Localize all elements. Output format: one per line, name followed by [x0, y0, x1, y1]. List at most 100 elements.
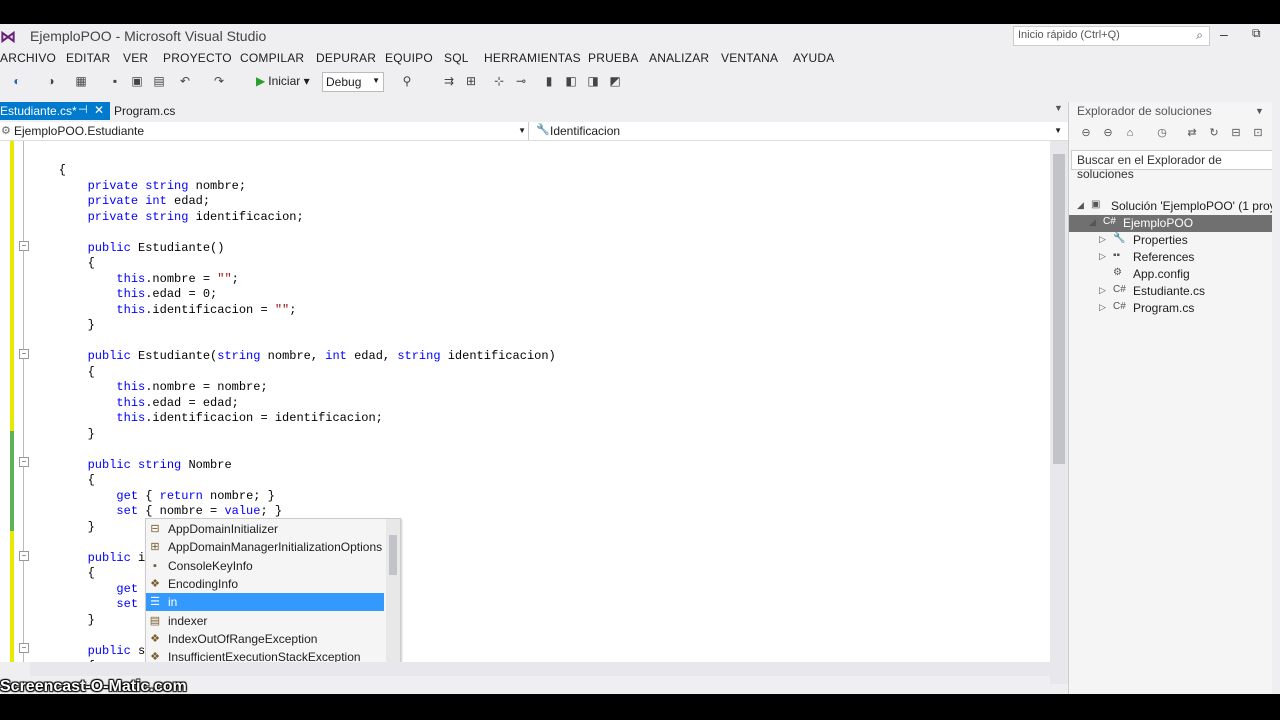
collapsed-arrow-icon[interactable]: ▷: [1099, 251, 1106, 262]
code-editor[interactable]: − − − − − { private string nombre; priva…: [0, 141, 1050, 662]
menu-prueba[interactable]: PRUEBA: [588, 51, 639, 65]
collapse-icon[interactable]: −: [19, 643, 29, 653]
tab-estudiante-cs[interactable]: Estudiante.cs* ⊣ ✕: [0, 102, 110, 120]
close-icon[interactable]: ✕: [94, 103, 104, 117]
completion-scrollbar-thumb[interactable]: [389, 535, 397, 575]
collapsed-arrow-icon[interactable]: ▷: [1099, 302, 1106, 313]
minimize-button[interactable]: –: [1220, 26, 1228, 42]
intellisense-completion-list[interactable]: ⊟ AppDomainInitializer ⊞ AppDomainManagerIn…: [145, 518, 401, 662]
code-line[interactable]: }: [30, 427, 95, 442]
solution-tree-item[interactable]: ⚙ App.config: [1099, 266, 1280, 283]
menu-depurar[interactable]: DEPURAR: [316, 51, 376, 65]
menu-ver[interactable]: VER: [123, 51, 148, 65]
redo-icon[interactable]: ↷: [212, 74, 226, 88]
bookmark-icon[interactable]: ▮: [542, 74, 556, 88]
code-line[interactable]: get {: [30, 582, 152, 597]
completion-item[interactable]: ▪ ConsoleKeyInfo: [146, 557, 384, 575]
code-line[interactable]: private string nombre;: [30, 179, 246, 194]
back-icon[interactable]: ⊖: [1079, 126, 1093, 140]
tabs-dropdown-icon[interactable]: ▼: [1054, 103, 1063, 113]
clear-bookmarks-icon[interactable]: ◩: [608, 74, 622, 88]
menu-equipo[interactable]: EQUIPO: [385, 51, 433, 65]
code-line[interactable]: {: [30, 473, 95, 488]
step-icon[interactable]: ⇉: [442, 74, 456, 88]
code-line[interactable]: this.nombre = "";: [30, 272, 238, 287]
code-line[interactable]: this.identificacion = "";: [30, 303, 296, 318]
menu-herramientas[interactable]: HERRAMIENTAS: [484, 51, 581, 65]
pending-changes-icon[interactable]: ◷: [1155, 126, 1169, 140]
completion-item[interactable]: ❖ EncodingInfo: [146, 575, 384, 593]
menu-proyecto[interactable]: PROYECTO: [163, 51, 232, 65]
quick-launch-input[interactable]: Inicio rápido (Ctrl+Q) ⌕: [1013, 26, 1210, 46]
menu-archivo[interactable]: ARCHIVO: [0, 51, 56, 65]
code-line[interactable]: set { nombre = value; }: [30, 504, 282, 519]
undo-icon[interactable]: ↶: [178, 74, 192, 88]
completion-item[interactable]: ☰ in: [146, 593, 384, 612]
code-line[interactable]: }: [30, 318, 95, 333]
collapse-all-icon[interactable]: ⊟: [1229, 126, 1243, 140]
forward-icon[interactable]: ⊖: [1101, 126, 1115, 140]
solution-explorer-search-input[interactable]: Buscar en el Explorador de soluciones: [1071, 150, 1280, 181]
code-line[interactable]: this.nombre = nombre;: [30, 380, 267, 395]
solution-tree-item[interactable]: ▷ ▪▪ References: [1099, 249, 1280, 266]
solution-tree-item[interactable]: ▷ 🔧 Properties: [1099, 232, 1280, 249]
sync-icon[interactable]: ⇄: [1185, 126, 1199, 140]
code-line[interactable]: {: [30, 566, 95, 581]
editor-horizontal-scrollbar[interactable]: [30, 662, 1050, 676]
code-line[interactable]: this.edad = 0;: [30, 287, 217, 302]
save-all-icon[interactable]: ▣: [130, 74, 144, 88]
code-line[interactable]: this.edad = edad;: [30, 396, 238, 411]
editor-vertical-scrollbar-thumb[interactable]: [1053, 154, 1065, 464]
solution-tree-item[interactable]: ◢ ▣ Solución 'EjemploPOO' (1 proyec: [1077, 198, 1280, 215]
code-line[interactable]: {: [30, 365, 95, 380]
type-selector[interactable]: ⚙ EjemploPOO.Estudiante ▼: [0, 122, 529, 140]
code-line[interactable]: {: [30, 256, 95, 271]
code-line[interactable]: private string identificacion;: [30, 210, 304, 225]
new-project-icon[interactable]: ▦: [74, 74, 88, 88]
collapse-icon[interactable]: −: [19, 551, 29, 561]
menu-compilar[interactable]: COMPILAR: [240, 51, 304, 65]
expanded-arrow-icon[interactable]: ◢: [1077, 200, 1084, 211]
code-line[interactable]: this.identificacion = identificacion;: [30, 411, 382, 426]
show-all-files-icon[interactable]: ⊡: [1251, 126, 1265, 140]
solution-tree-item[interactable]: ▷ C# Estudiante.cs: [1099, 283, 1280, 300]
completion-item[interactable]: ❖ IndexOutOfRangeException: [146, 630, 384, 648]
solution-tree-item[interactable]: ▷ C# Program.cs: [1099, 300, 1280, 317]
solution-tree-item[interactable]: ◢ C# EjemploPOO: [1069, 215, 1280, 232]
uncomment-icon[interactable]: ⊸: [514, 74, 528, 88]
menu-ayuda[interactable]: AYUDA: [793, 51, 834, 65]
code-line[interactable]: public in: [30, 551, 153, 566]
menu-editar[interactable]: EDITAR: [66, 51, 110, 65]
expanded-arrow-icon[interactable]: ◢: [1089, 217, 1096, 228]
code-line[interactable]: public string Nombre: [30, 458, 232, 473]
collapse-icon[interactable]: −: [19, 241, 29, 251]
start-debugging-button[interactable]: ▶ Iniciar ▾: [256, 74, 310, 88]
collapse-icon[interactable]: −: [19, 457, 29, 467]
code-line[interactable]: public st: [30, 644, 153, 659]
menu-analizar[interactable]: ANALIZAR: [649, 51, 709, 65]
code-line[interactable]: set {: [30, 597, 152, 612]
save-icon[interactable]: ▪: [108, 74, 122, 88]
completion-item[interactable]: ❖ InsufficientExecutionStackException: [146, 648, 384, 662]
code-line[interactable]: public Estudiante(): [30, 241, 225, 256]
code-line[interactable]: }: [30, 613, 95, 628]
find-in-files-icon[interactable]: ⚲: [400, 74, 414, 88]
navigate-back-icon[interactable]: ◐: [10, 74, 24, 88]
pin-icon[interactable]: ⊣: [78, 103, 88, 116]
panel-options-icon[interactable]: ▼: [1255, 106, 1264, 116]
previous-bookmark-icon[interactable]: ◧: [564, 74, 578, 88]
completion-item[interactable]: ▤ indexer: [146, 612, 384, 630]
code-line[interactable]: }: [30, 520, 95, 535]
collapsed-arrow-icon[interactable]: ▷: [1099, 285, 1106, 296]
member-selector[interactable]: 🔧 Identificacion ▼: [534, 122, 1064, 140]
save-all-icon[interactable]: ▤: [152, 74, 166, 88]
navigate-forward-icon[interactable]: ◑: [44, 74, 58, 88]
next-bookmark-icon[interactable]: ◨: [586, 74, 600, 88]
collapsed-arrow-icon[interactable]: ▷: [1099, 234, 1106, 245]
completion-item[interactable]: ⊞ AppDomainManagerInitializationOptions: [146, 538, 384, 556]
restore-button[interactable]: ⧉: [1252, 26, 1261, 41]
code-line[interactable]: get { return nombre; }: [30, 489, 274, 504]
menu-sql[interactable]: SQL: [444, 51, 469, 65]
indent-icon[interactable]: ⊞: [464, 74, 478, 88]
menu-ventana[interactable]: VENTANA: [721, 51, 778, 65]
